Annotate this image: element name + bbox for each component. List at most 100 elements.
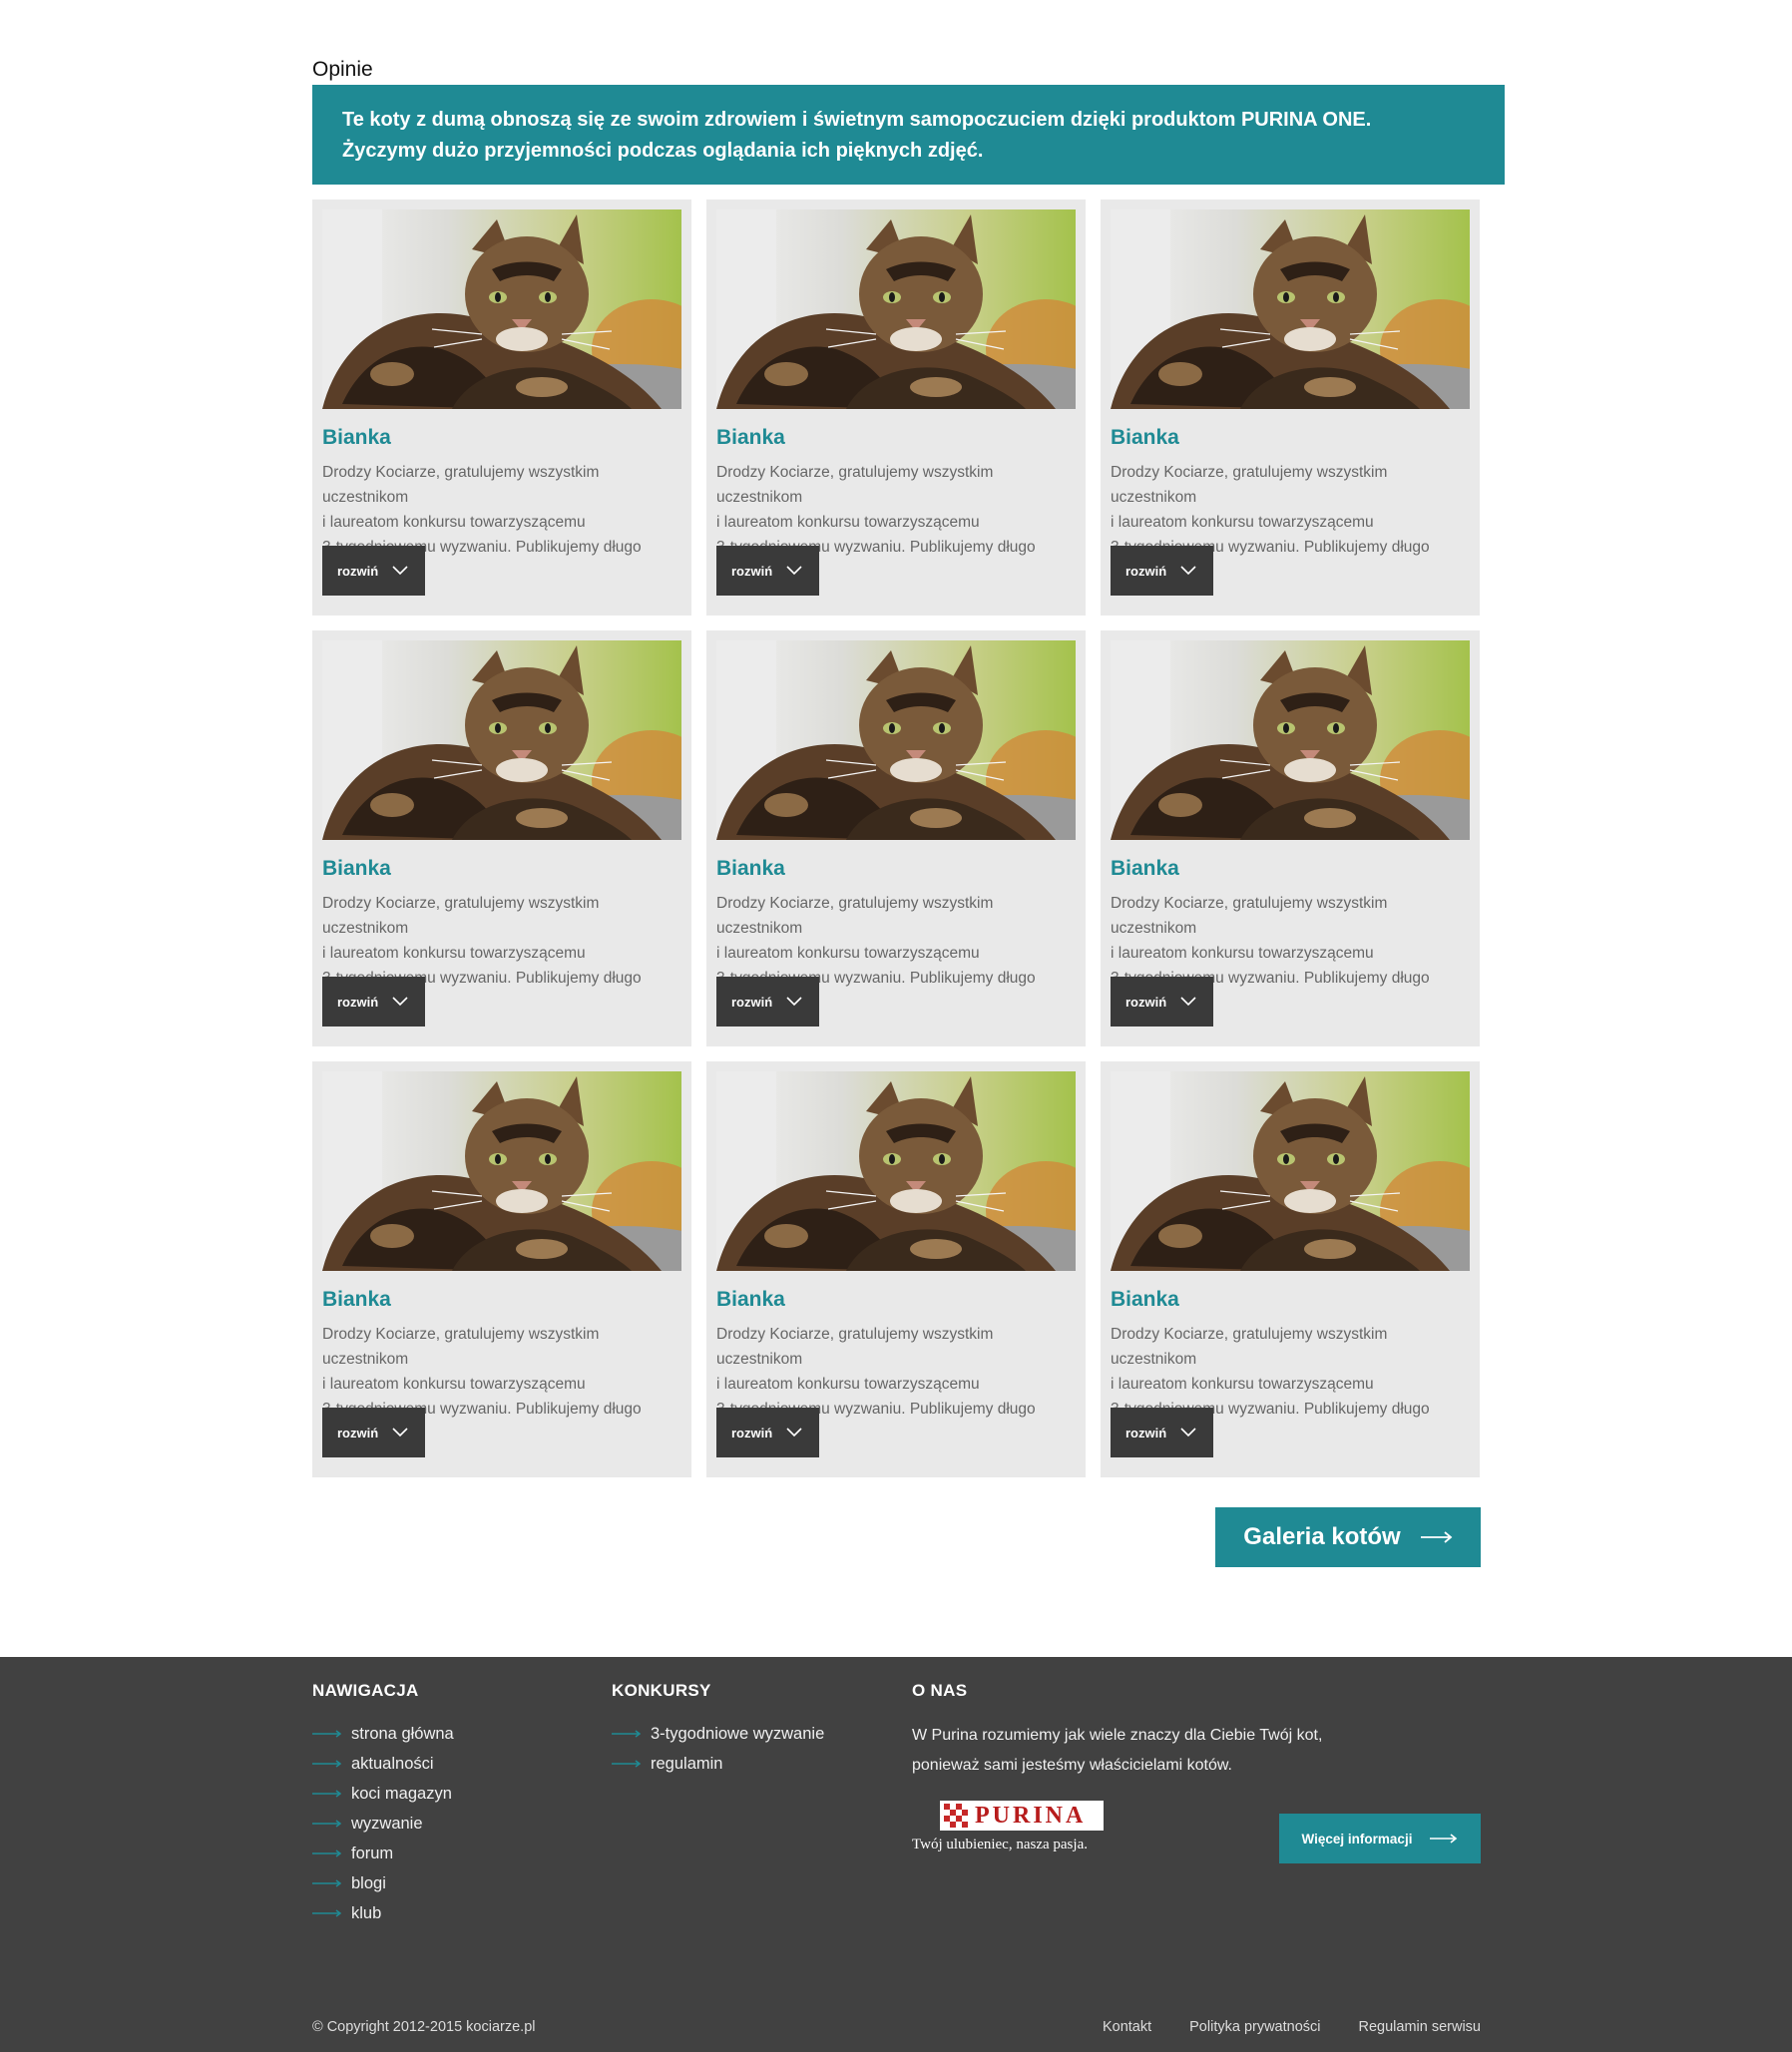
chevron-down-icon (1180, 1428, 1196, 1437)
arrow-right-icon (1430, 1834, 1458, 1844)
card-name[interactable]: Bianka (1111, 425, 1470, 451)
card-description-line-2: i laureatom konkursu towarzyszącemu (1111, 945, 1374, 962)
card-description: Drodzy Kociarze, gratulujemy wszystkim u… (1111, 1322, 1470, 1422)
card-description-line-1: Drodzy Kociarze, gratulujemy wszystkim u… (322, 895, 600, 937)
cat-card-2: Bianka Drodzy Kociarze, gratulujemy wszy… (706, 200, 1086, 616)
card-name[interactable]: Bianka (716, 856, 1076, 882)
footer-nav-link[interactable]: klub (312, 1898, 454, 1928)
cat-card-5: Bianka Drodzy Kociarze, gratulujemy wszy… (706, 630, 1086, 1046)
footer-nav-link[interactable]: strona główna (312, 1719, 454, 1749)
more-info-button[interactable]: Więcej informacji (1279, 1814, 1481, 1863)
footer-contests-list: 3-tygodniowe wyzwanie regulamin (612, 1719, 824, 1779)
chevron-down-icon (392, 566, 408, 576)
footer-contests-link[interactable]: regulamin (612, 1749, 824, 1779)
footer-nav-list: strona główna aktualności koci magazyn wyzw… (312, 1719, 454, 1928)
expand-button[interactable]: rozwiń (1111, 977, 1213, 1026)
card-description: Drodzy Kociarze, gratulujemy wszystkim u… (1111, 891, 1470, 991)
footer-nav-link-label: koci magazyn (351, 1784, 452, 1803)
card-name[interactable]: Bianka (1111, 1287, 1470, 1313)
expand-button[interactable]: rozwiń (716, 546, 819, 596)
cat-gallery-grid: Bianka Drodzy Kociarze, gratulujemy wszy… (312, 200, 1481, 1477)
expand-button-label: rozwiń (731, 563, 773, 579)
more-info-button-label: Więcej informacji (1301, 1831, 1413, 1847)
cat-gallery-button-label: Galeria kotów (1243, 1523, 1401, 1550)
chevron-down-icon (392, 1428, 408, 1437)
copyright: © Copyright 2012-2015 kociarze.pl (312, 2019, 536, 2035)
cat-photo[interactable] (716, 209, 1076, 409)
card-name[interactable]: Bianka (322, 856, 681, 882)
line-arrow-icon (612, 1730, 642, 1738)
card-description: Drodzy Kociarze, gratulujemy wszystkim u… (716, 891, 1076, 991)
expand-button[interactable]: rozwiń (1111, 1408, 1213, 1457)
footer-legal-link[interactable]: Regulamin serwisu (1359, 2019, 1482, 2035)
card-name[interactable]: Bianka (322, 425, 681, 451)
cat-card-1: Bianka Drodzy Kociarze, gratulujemy wszy… (312, 200, 691, 616)
chevron-down-icon (786, 566, 802, 576)
footer-legal-links: Kontakt Polityka prywatności Regulamin ser… (1103, 2019, 1481, 2035)
card-description-line-1: Drodzy Kociarze, gratulujemy wszystkim u… (1111, 1326, 1388, 1368)
cat-card-7: Bianka Drodzy Kociarze, gratulujemy wszy… (312, 1061, 691, 1477)
card-name[interactable]: Bianka (322, 1287, 681, 1313)
footer-nav-link-label: blogi (351, 1873, 386, 1892)
site-footer: NAWIGACJA strona główna aktualności koci m… (0, 1657, 1792, 2052)
card-description-line-1: Drodzy Kociarze, gratulujemy wszystkim u… (716, 464, 994, 506)
expand-button[interactable]: rozwiń (716, 977, 819, 1026)
card-description-line-2: i laureatom konkursu towarzyszącemu (322, 945, 586, 962)
cat-gallery-button[interactable]: Galeria kotów (1215, 1507, 1481, 1567)
footer-contests-link-label: regulamin (651, 1754, 723, 1773)
card-description-line-2: i laureatom konkursu towarzyszącemu (716, 514, 980, 531)
card-description-line-2: i laureatom konkursu towarzyszącemu (322, 514, 586, 531)
chevron-down-icon (1180, 997, 1196, 1007)
expand-button[interactable]: rozwiń (1111, 546, 1213, 596)
footer-nav-link[interactable]: koci magazyn (312, 1779, 454, 1809)
cat-photo[interactable] (1111, 640, 1470, 840)
expand-button[interactable]: rozwiń (716, 1408, 819, 1457)
expand-button-label: rozwiń (337, 1425, 379, 1440)
purina-logo-box: PURINA (940, 1801, 1104, 1831)
card-name[interactable]: Bianka (1111, 856, 1470, 882)
purina-logo[interactable]: PURINA Twój ulubieniec, nasza pasja. (912, 1801, 1112, 1860)
card-description-line-1: Drodzy Kociarze, gratulujemy wszystkim u… (1111, 464, 1388, 506)
line-arrow-icon (312, 1849, 342, 1857)
cat-photo[interactable] (1111, 1071, 1470, 1271)
footer-contests-link[interactable]: 3-tygodniowe wyzwanie (612, 1719, 824, 1749)
cat-photo[interactable] (322, 209, 681, 409)
expand-button[interactable]: rozwiń (322, 1408, 425, 1457)
expand-button-label: rozwiń (1125, 1425, 1167, 1440)
footer-legal-link[interactable]: Polityka prywatności (1189, 2019, 1320, 2035)
footer-about-line-2: ponieważ sami jesteśmy właścicielami kot… (912, 1757, 1232, 1774)
footer-nav-link-label: forum (351, 1844, 394, 1862)
cat-photo[interactable] (716, 1071, 1076, 1271)
purina-logo-word: PURINA (975, 1802, 1087, 1829)
footer-contests-column: KONKURSY 3-tygodniowe wyzwanie regulamin (612, 1681, 824, 1779)
line-arrow-icon (312, 1730, 342, 1738)
intro-banner: Te koty z dumą obnoszą się ze swoim zdro… (312, 85, 1505, 185)
purina-tagline: Twój ulubieniec, nasza pasja. (912, 1837, 1088, 1852)
footer-nav-link[interactable]: forum (312, 1839, 454, 1868)
cat-photo[interactable] (1111, 209, 1470, 409)
cat-photo[interactable] (322, 1071, 681, 1271)
expand-button[interactable]: rozwiń (322, 546, 425, 596)
line-arrow-icon (312, 1760, 342, 1768)
footer-nav-link-label: strona główna (351, 1724, 454, 1743)
expand-button-label: rozwiń (1125, 563, 1167, 579)
footer-nav-column: NAWIGACJA strona główna aktualności koci m… (312, 1681, 454, 1928)
footer-nav-link-label: aktualności (351, 1754, 434, 1773)
cat-card-3: Bianka Drodzy Kociarze, gratulujemy wszy… (1101, 200, 1480, 616)
card-description-line-1: Drodzy Kociarze, gratulujemy wszystkim u… (716, 1326, 994, 1368)
expand-button[interactable]: rozwiń (322, 977, 425, 1026)
chevron-down-icon (392, 997, 408, 1007)
line-arrow-icon (612, 1760, 642, 1768)
cat-photo[interactable] (716, 640, 1076, 840)
chevron-down-icon (786, 997, 802, 1007)
chevron-down-icon (786, 1428, 802, 1437)
card-name[interactable]: Bianka (716, 1287, 1076, 1313)
cat-photo[interactable] (322, 640, 681, 840)
cat-card-9: Bianka Drodzy Kociarze, gratulujemy wszy… (1101, 1061, 1480, 1477)
footer-legal-link[interactable]: Kontakt (1103, 2019, 1151, 2035)
footer-nav-link[interactable]: wyzwanie (312, 1809, 454, 1839)
footer-nav-link[interactable]: blogi (312, 1868, 454, 1898)
footer-about-text: W Purina rozumiemy jak wiele znaczy dla … (912, 1721, 1371, 1781)
card-name[interactable]: Bianka (716, 425, 1076, 451)
footer-nav-link[interactable]: aktualności (312, 1749, 454, 1779)
